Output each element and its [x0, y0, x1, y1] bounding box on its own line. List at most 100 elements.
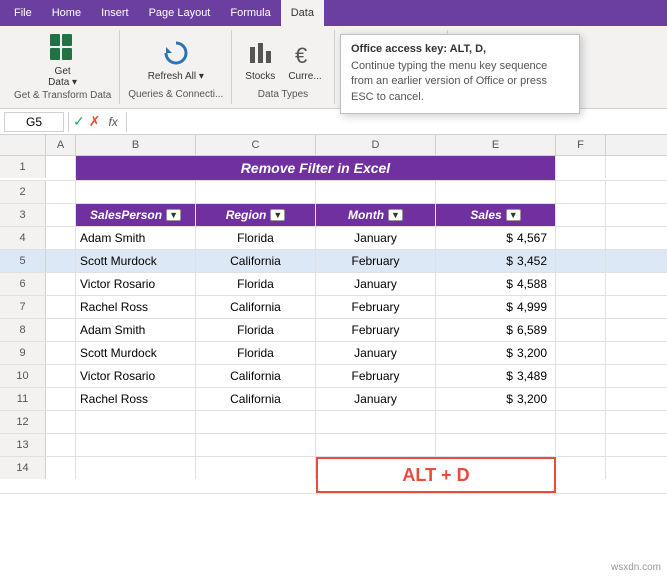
table-row[interactable]: 6 Victor Rosario Florida January $4,588: [0, 273, 667, 296]
currency-button[interactable]: € Curre...: [284, 37, 325, 84]
cell-c6[interactable]: Florida: [196, 273, 316, 295]
stocks-button[interactable]: Stocks: [240, 37, 280, 84]
tab-file[interactable]: File: [4, 0, 42, 26]
cell-f5[interactable]: [556, 250, 606, 272]
cell-b4[interactable]: Adam Smith: [76, 227, 196, 249]
cell-f3[interactable]: [556, 204, 606, 226]
cell-a1[interactable]: [46, 156, 76, 178]
table-row[interactable]: 11 Rachel Ross California January $3,200: [0, 388, 667, 411]
cell-f11[interactable]: [556, 388, 606, 410]
cell-a13[interactable]: [46, 434, 76, 456]
cell-f13[interactable]: [556, 434, 606, 456]
cell-a3[interactable]: [46, 204, 76, 226]
table-row[interactable]: 5 Scott Murdock California February $3,4…: [0, 250, 667, 273]
cell-a11[interactable]: [46, 388, 76, 410]
cell-c7[interactable]: California: [196, 296, 316, 318]
cell-e4[interactable]: $$ 4,5674,567: [436, 227, 556, 249]
cell-e8[interactable]: $6,589: [436, 319, 556, 341]
cell-header-sales[interactable]: Sales ▼: [436, 204, 556, 226]
cell-c2[interactable]: [196, 181, 316, 203]
cell-b12[interactable]: [76, 411, 196, 433]
get-data-button[interactable]: GetData ▾: [43, 32, 83, 90]
table-row[interactable]: 4 Adam Smith Florida January $$ 4,5674,5…: [0, 227, 667, 250]
cell-a9[interactable]: [46, 342, 76, 364]
cell-a7[interactable]: [46, 296, 76, 318]
cell-a14[interactable]: [46, 457, 76, 479]
salesperson-filter-btn[interactable]: ▼: [166, 209, 181, 221]
cell-c10[interactable]: California: [196, 365, 316, 387]
table-row[interactable]: 8 Adam Smith Florida February $6,589: [0, 319, 667, 342]
cell-e12[interactable]: [436, 411, 556, 433]
cell-b2[interactable]: [76, 181, 196, 203]
cell-e9[interactable]: $3,200: [436, 342, 556, 364]
tab-data[interactable]: Data: [281, 0, 324, 26]
cell-d10[interactable]: February: [316, 365, 436, 387]
cell-f2[interactable]: [556, 181, 606, 203]
cell-e2[interactable]: [436, 181, 556, 203]
cell-f7[interactable]: [556, 296, 606, 318]
cell-d8[interactable]: February: [316, 319, 436, 341]
cell-a4[interactable]: [46, 227, 76, 249]
cell-header-month[interactable]: Month ▼: [316, 204, 436, 226]
cell-b10[interactable]: Victor Rosario: [76, 365, 196, 387]
cell-f6[interactable]: [556, 273, 606, 295]
refresh-all-button[interactable]: Refresh All ▾: [144, 37, 208, 84]
cell-f1[interactable]: [556, 156, 606, 178]
cell-c9[interactable]: Florida: [196, 342, 316, 364]
cell-header-salesperson[interactable]: SalesPerson ▼: [76, 204, 196, 226]
cell-d6[interactable]: January: [316, 273, 436, 295]
cell-b7[interactable]: Rachel Ross: [76, 296, 196, 318]
cell-c14[interactable]: [196, 457, 316, 479]
cell-d13[interactable]: [316, 434, 436, 456]
table-row[interactable]: 7 Rachel Ross California February $4,999: [0, 296, 667, 319]
cell-d5[interactable]: February: [316, 250, 436, 272]
cell-c8[interactable]: Florida: [196, 319, 316, 341]
cell-c11[interactable]: California: [196, 388, 316, 410]
formula-input[interactable]: [131, 113, 663, 131]
cell-f14[interactable]: [556, 457, 606, 479]
cell-d4[interactable]: January: [316, 227, 436, 249]
checkmark-icon[interactable]: ✓: [73, 113, 85, 130]
tab-insert[interactable]: Insert: [91, 0, 139, 26]
cell-f4[interactable]: [556, 227, 606, 249]
cell-d2[interactable]: [316, 181, 436, 203]
cell-c13[interactable]: [196, 434, 316, 456]
region-filter-btn[interactable]: ▼: [270, 209, 285, 221]
cell-a10[interactable]: [46, 365, 76, 387]
tab-home[interactable]: Home: [42, 0, 91, 26]
cell-e5[interactable]: $3,452: [436, 250, 556, 272]
sales-filter-btn[interactable]: ▼: [506, 209, 521, 221]
cell-a5[interactable]: [46, 250, 76, 272]
cell-b9[interactable]: Scott Murdock: [76, 342, 196, 364]
cell-header-region[interactable]: Region ▼: [196, 204, 316, 226]
cell-f10[interactable]: [556, 365, 606, 387]
cell-d7[interactable]: February: [316, 296, 436, 318]
cell-b6[interactable]: Victor Rosario: [76, 273, 196, 295]
cell-b5[interactable]: Scott Murdock: [76, 250, 196, 272]
table-row[interactable]: 10 Victor Rosario California February $3…: [0, 365, 667, 388]
cell-e7[interactable]: $4,999: [436, 296, 556, 318]
cell-b13[interactable]: [76, 434, 196, 456]
cell-d12[interactable]: [316, 411, 436, 433]
cell-e6[interactable]: $4,588: [436, 273, 556, 295]
cell-c12[interactable]: [196, 411, 316, 433]
cell-b8[interactable]: Adam Smith: [76, 319, 196, 341]
cell-d11[interactable]: January: [316, 388, 436, 410]
cell-a2[interactable]: [46, 181, 76, 203]
cell-c5[interactable]: California: [196, 250, 316, 272]
cell-a8[interactable]: [46, 319, 76, 341]
tab-formula[interactable]: Formula: [220, 0, 280, 26]
cell-f9[interactable]: [556, 342, 606, 364]
cell-b11[interactable]: Rachel Ross: [76, 388, 196, 410]
cell-d9[interactable]: January: [316, 342, 436, 364]
table-row[interactable]: 9 Scott Murdock Florida January $3,200: [0, 342, 667, 365]
cell-f12[interactable]: [556, 411, 606, 433]
cell-e13[interactable]: [436, 434, 556, 456]
tab-pagelayout[interactable]: Page Layout: [139, 0, 221, 26]
cell-e10[interactable]: $3,489: [436, 365, 556, 387]
cancel-icon[interactable]: ✗: [89, 113, 101, 130]
cell-c4[interactable]: Florida: [196, 227, 316, 249]
cell-reference[interactable]: [4, 112, 64, 132]
cell-f8[interactable]: [556, 319, 606, 341]
month-filter-btn[interactable]: ▼: [388, 209, 403, 221]
